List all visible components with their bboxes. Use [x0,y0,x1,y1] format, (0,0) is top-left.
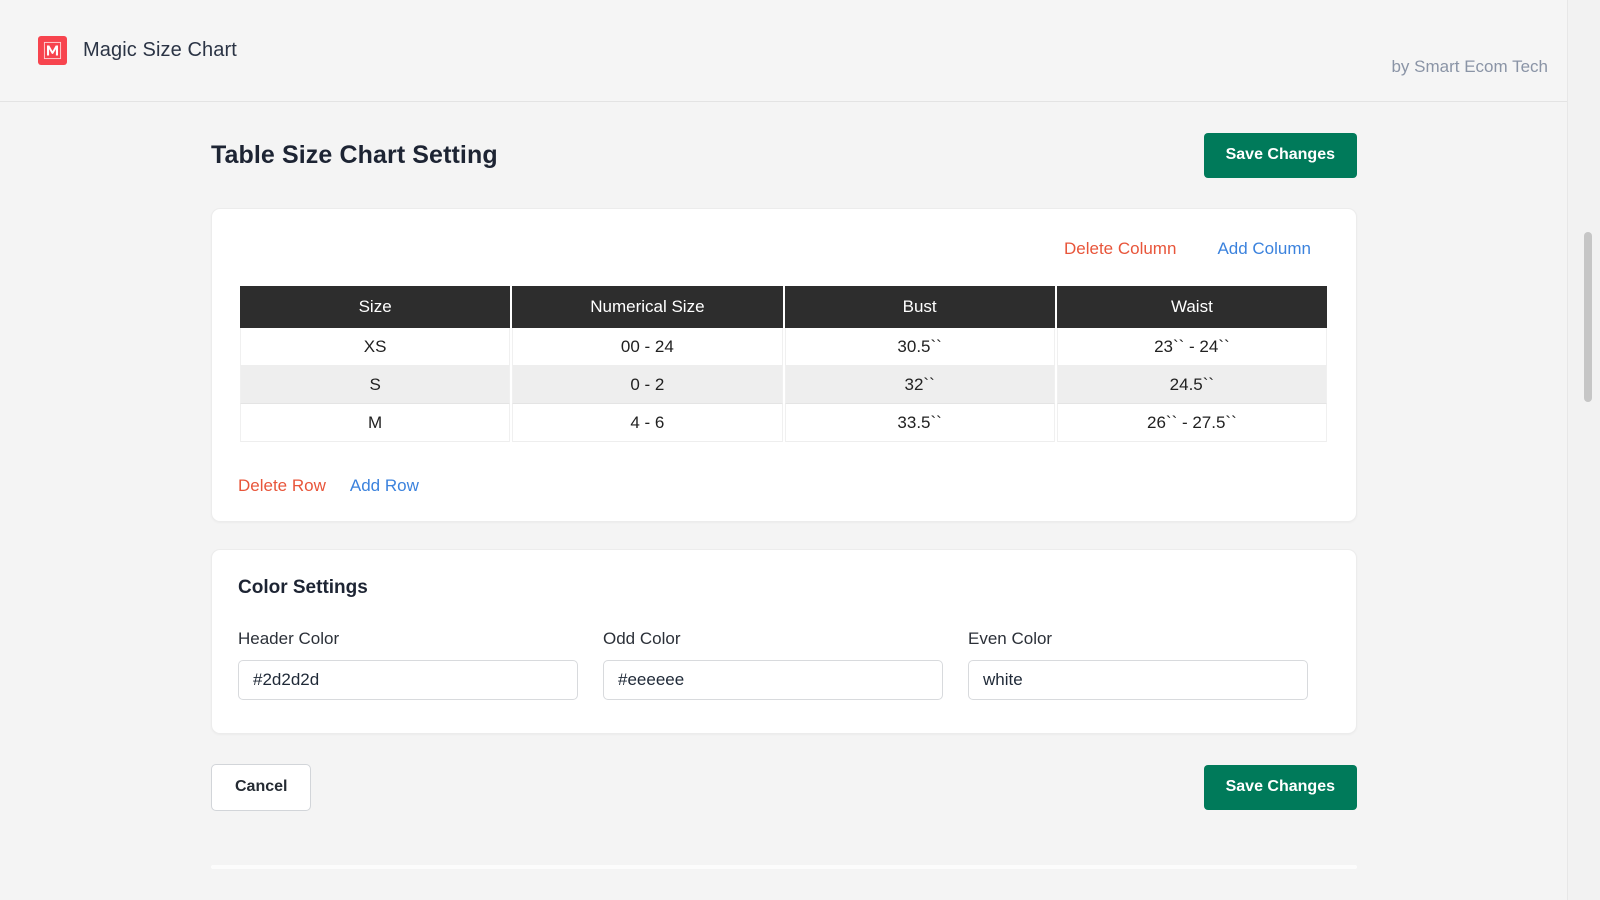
bottom-divider [211,865,1357,869]
column-header-bust[interactable]: Bust [785,286,1055,328]
cell-waist[interactable]: 24.5`` [1057,366,1327,404]
cell-numerical-size[interactable]: 00 - 24 [512,328,782,366]
add-row-button[interactable]: Add Row [350,476,419,496]
odd-color-input[interactable] [603,660,943,700]
size-chart-card: Delete Column Add Column Size Numerical … [211,208,1357,522]
cell-size[interactable]: M [240,404,510,442]
save-changes-top-button[interactable]: Save Changes [1204,133,1357,178]
brand-name: Magic Size Chart [83,39,237,62]
magic-m-logo-icon [38,36,67,65]
delete-column-button[interactable]: Delete Column [1064,239,1176,259]
add-column-button[interactable]: Add Column [1217,239,1311,259]
scrollbar-thumb[interactable] [1584,232,1592,402]
cell-numerical-size[interactable]: 0 - 2 [512,366,782,404]
column-header-numerical-size[interactable]: Numerical Size [512,286,782,328]
app-root: Magic Size Chart by Smart Ecom Tech Tabl… [0,0,1600,900]
row-actions: Delete Row Add Row [238,476,1331,496]
cell-waist[interactable]: 26`` - 27.5`` [1057,404,1327,442]
table-row[interactable]: M 4 - 6 33.5`` 26`` - 27.5`` [240,404,1327,442]
color-fields: Header Color Odd Color Even Color [238,629,1331,700]
header-color-label: Header Color [238,629,578,649]
vendor-byline: by Smart Ecom Tech [1391,57,1548,77]
page-title: Table Size Chart Setting [211,141,498,170]
column-header-waist[interactable]: Waist [1057,286,1327,328]
table-body: XS 00 - 24 30.5`` 23`` - 24`` S 0 - 2 32… [240,328,1327,442]
delete-row-button[interactable]: Delete Row [238,476,326,496]
app-header: Magic Size Chart by Smart Ecom Tech [0,0,1567,102]
even-color-input[interactable] [968,660,1308,700]
cell-size[interactable]: XS [240,328,510,366]
header-color-field: Header Color [238,629,578,700]
save-changes-bottom-button[interactable]: Save Changes [1204,765,1357,810]
color-settings-title: Color Settings [238,577,1331,599]
table-head: Size Numerical Size Bust Waist [240,286,1327,328]
page-scrollbar[interactable] [1567,0,1600,900]
color-settings-card: Color Settings Header Color Odd Color Ev… [211,549,1357,734]
size-chart-table[interactable]: Size Numerical Size Bust Waist XS 00 - 2… [238,286,1329,442]
header-color-input[interactable] [238,660,578,700]
odd-color-field: Odd Color [603,629,943,700]
cell-bust[interactable]: 33.5`` [785,404,1055,442]
even-color-label: Even Color [968,629,1308,649]
page-body: Table Size Chart Setting Save Changes De… [0,102,1567,869]
table-row[interactable]: S 0 - 2 32`` 24.5`` [240,366,1327,404]
table-row[interactable]: XS 00 - 24 30.5`` 23`` - 24`` [240,328,1327,366]
odd-color-label: Odd Color [603,629,943,649]
page-header-row: Table Size Chart Setting Save Changes [211,102,1357,178]
table-header-row: Size Numerical Size Bust Waist [240,286,1327,328]
column-header-size[interactable]: Size [240,286,510,328]
cell-bust[interactable]: 32`` [785,366,1055,404]
even-color-field: Even Color [968,629,1308,700]
cancel-button[interactable]: Cancel [211,764,311,811]
footer-actions: Cancel Save Changes [211,764,1357,811]
cell-size[interactable]: S [240,366,510,404]
cell-numerical-size[interactable]: 4 - 6 [512,404,782,442]
cell-waist[interactable]: 23`` - 24`` [1057,328,1327,366]
column-actions: Delete Column Add Column [238,232,1331,266]
brand[interactable]: Magic Size Chart [38,36,237,65]
cell-bust[interactable]: 30.5`` [785,328,1055,366]
